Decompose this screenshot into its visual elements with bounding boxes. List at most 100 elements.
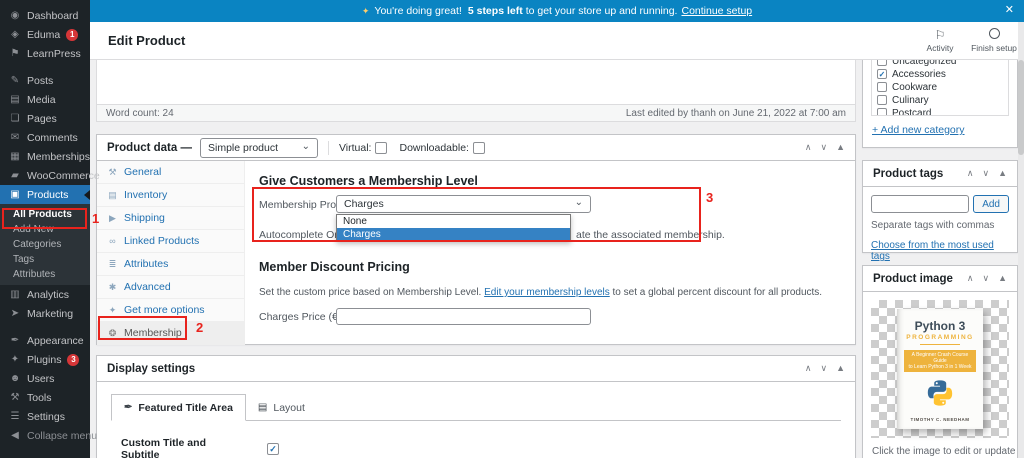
page-scrollbar[interactable] — [1018, 22, 1024, 458]
tab-layout[interactable]: ▤ Layout — [246, 394, 317, 421]
move-down-icon[interactable]: ∨ — [820, 363, 827, 374]
membership-product-select[interactable]: Charges ⌄ — [336, 195, 591, 213]
category-row-culinary: Culinary — [872, 94, 1008, 106]
submenu-item-categories[interactable]: Categories — [0, 237, 90, 252]
virtual-checkbox-label: Virtual: — [339, 141, 388, 154]
submenu-item-attributes[interactable]: Attributes — [0, 267, 90, 282]
banner-text: You're doing great! — [374, 5, 462, 17]
downloadable-checkbox[interactable] — [472, 141, 485, 154]
most-used-tags-link[interactable]: Choose from the most used tags — [871, 240, 1009, 262]
plugins-icon: ✦ — [10, 354, 20, 365]
dropdown-option-none[interactable]: None — [337, 215, 570, 228]
tab-featured-title-area[interactable]: ✒ Featured Title Area — [111, 394, 246, 421]
eduma-icon: ◈ — [11, 29, 19, 40]
banner-steps-left: 5 steps left — [467, 5, 523, 17]
virtual-checkbox[interactable] — [375, 141, 388, 154]
finish-setup-button[interactable]: Finish setup — [968, 28, 1020, 53]
tab-advanced[interactable]: ✱ Advanced — [97, 276, 244, 299]
divider — [327, 140, 329, 155]
sidebar-item-label: WooCommerce — [27, 169, 100, 182]
general-icon: ⚒ — [108, 166, 117, 177]
scrollbar-thumb[interactable] — [1018, 60, 1024, 155]
move-up-icon[interactable]: ∧ — [805, 363, 812, 374]
tab-linked-products[interactable]: ∞ Linked Products — [97, 230, 244, 253]
submenu-item-tags[interactable]: Tags — [0, 252, 90, 267]
sidebar-item-appearance[interactable]: ✒ Appearance — [0, 331, 90, 350]
advanced-icon: ✱ — [108, 281, 117, 292]
sidebar-item-label: Collapse menu — [27, 429, 98, 442]
category-checkbox[interactable] — [877, 108, 887, 115]
category-row-cookware: Cookware — [872, 81, 1008, 93]
charges-price-input[interactable] — [336, 308, 591, 325]
sidebar-item-settings[interactable]: ☰ Settings — [0, 407, 90, 426]
postbox-controls: ∧ ∨ ▲ — [805, 363, 845, 374]
display-settings-title: Display settings — [107, 362, 196, 375]
sidebar-item-posts[interactable]: ✎ Posts — [0, 71, 90, 90]
tab-general[interactable]: ⚒ General — [97, 161, 244, 184]
sidebar-item-label: Marketing — [27, 307, 74, 320]
tab-shipping[interactable]: ▶ Shipping — [97, 207, 244, 230]
edit-image-link[interactable]: Click the image to edit or update — [872, 446, 1017, 457]
book-cover: Python 3 PROGRAMMING A Beginner Crash Co… — [897, 309, 983, 429]
sidebar-item-users[interactable]: ☻ Users — [0, 369, 90, 388]
toggle-panel-icon[interactable]: ▲ — [836, 142, 845, 153]
sidebar-item-label: Users — [27, 372, 55, 385]
submenu-item-all-products[interactable]: All Products — [0, 207, 90, 222]
collapse-icon: ◀ — [11, 430, 19, 441]
sidebar-item-products[interactable]: ▣ Products — [0, 185, 90, 204]
product-tags-panel: Product tags ∧ ∨ ▲ Add Separate tags wit… — [862, 160, 1018, 262]
continue-setup-link[interactable]: Continue setup — [681, 5, 752, 17]
move-down-icon[interactable]: ∨ — [982, 273, 989, 284]
activity-button[interactable]: ⚐ Activity — [914, 28, 966, 53]
sidebar-item-media[interactable]: ▤ Media — [0, 90, 90, 109]
sidebar-item-collapse-menu[interactable]: ◀ Collapse menu — [0, 426, 97, 445]
toggle-panel-icon[interactable]: ▲ — [998, 168, 1007, 179]
shipping-icon: ▶ — [109, 212, 116, 223]
tab-get-more-options[interactable]: ✦ Get more options — [97, 299, 244, 322]
toggle-panel-icon[interactable]: ▲ — [998, 273, 1007, 284]
category-row-accessories: Accessories — [872, 68, 1008, 80]
sidebar-item-label: Posts — [27, 74, 54, 87]
category-checkbox[interactable] — [877, 95, 887, 105]
new-tag-input[interactable] — [871, 195, 970, 213]
move-down-icon[interactable]: ∨ — [982, 168, 989, 179]
tab-attributes[interactable]: ≣ Attributes — [97, 253, 244, 276]
posts-icon: ✎ — [10, 75, 20, 86]
tab-membership[interactable]: ❂ Membership — [97, 322, 244, 345]
custom-title-checkbox[interactable] — [267, 443, 279, 455]
move-up-icon[interactable]: ∧ — [967, 273, 974, 284]
custom-title-row: Custom Title and Subtitle — [121, 437, 855, 458]
move-down-icon[interactable]: ∨ — [820, 142, 827, 153]
close-icon[interactable]: ✕ — [1005, 3, 1014, 16]
sidebar-item-learnpress[interactable]: ⚑ LearnPress — [0, 44, 90, 63]
sidebar-item-plugins[interactable]: ✦ Plugins 3 — [0, 350, 90, 369]
sidebar-item-marketing[interactable]: ➤ Marketing — [0, 304, 90, 323]
sidebar-item-woocommerce[interactable]: ▰ WooCommerce — [0, 166, 100, 185]
category-checkbox[interactable] — [877, 69, 887, 79]
tags-hint: Separate tags with commas — [871, 220, 995, 231]
sidebar-item-comments[interactable]: ✉ Comments — [0, 128, 90, 147]
book-banner: A Beginner Crash Course Guide to Learn P… — [904, 350, 976, 372]
sidebar-item-label: Dashboard — [27, 9, 79, 22]
move-up-icon[interactable]: ∧ — [805, 142, 812, 153]
sidebar-item-memberships[interactable]: ▦ Memberships — [0, 147, 90, 166]
sidebar-item-dashboard[interactable]: ◉ Dashboard — [0, 6, 90, 25]
edit-membership-levels-link[interactable]: Edit your membership levels — [484, 287, 610, 298]
dropdown-option-charges[interactable]: Charges — [337, 228, 570, 241]
product-type-select[interactable]: Simple product ⌄ — [199, 137, 318, 158]
tab-inventory[interactable]: ▤ Inventory — [97, 184, 244, 207]
toggle-panel-icon[interactable]: ▲ — [836, 363, 845, 374]
page-header: Edit Product ⚐ Activity Finish setup — [90, 22, 1024, 60]
add-new-category-link[interactable]: + Add new category — [872, 124, 1017, 136]
product-data-title: Product data — — [107, 141, 192, 154]
sidebar-item-tools[interactable]: ⚒ Tools — [0, 388, 90, 407]
pricing-description: Set the custom price based on Membership… — [259, 287, 823, 298]
sidebar-item-eduma[interactable]: ◈ Eduma 1 — [0, 25, 90, 44]
sidebar-item-analytics[interactable]: ▥ Analytics — [0, 285, 90, 304]
submenu-item-add-new[interactable]: Add New — [0, 222, 90, 237]
add-tag-button[interactable]: Add — [973, 195, 1009, 213]
sidebar-item-pages[interactable]: ❏ Pages — [0, 109, 90, 128]
category-checkbox[interactable] — [877, 82, 887, 92]
product-image-thumbnail[interactable]: Python 3 PROGRAMMING A Beginner Crash Co… — [871, 300, 1009, 438]
move-up-icon[interactable]: ∧ — [967, 168, 974, 179]
